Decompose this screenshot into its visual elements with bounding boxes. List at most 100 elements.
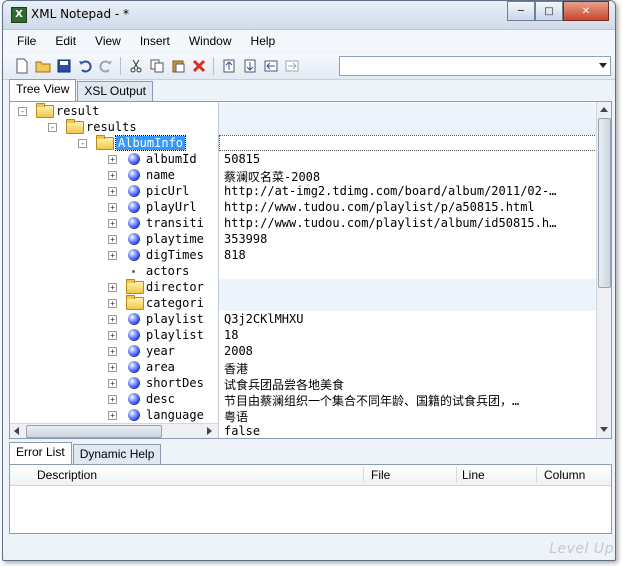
node-value-row[interactable]: http://www.tudou.com/playlist/p/a50815.h… <box>219 199 597 215</box>
expand-toggle-icon[interactable]: + <box>108 331 117 340</box>
tree-node-director[interactable]: + director <box>10 279 218 295</box>
tree-node-label[interactable]: picUrl <box>146 184 189 198</box>
close-button[interactable]: ✕ <box>563 1 609 21</box>
scroll-left-arrow-icon[interactable] <box>14 427 19 435</box>
node-value-pane[interactable]: 50815 蔡澜叹名菜-2008 http://at-img2.tdimg.com/… <box>218 101 612 439</box>
node-value-row[interactable] <box>219 263 597 279</box>
expand-toggle-icon[interactable]: + <box>108 395 117 404</box>
open-folder-icon[interactable] <box>32 56 53 76</box>
node-value-row[interactable] <box>219 103 597 119</box>
tree-node-label[interactable]: transiti <box>146 216 204 230</box>
tree-node-name[interactable]: + name <box>10 167 218 183</box>
tree-node-year[interactable]: + year <box>10 343 218 359</box>
new-file-icon[interactable] <box>11 56 32 76</box>
node-value-row[interactable]: 18 <box>219 327 597 343</box>
tree-node-actors[interactable]: actors <box>10 263 218 279</box>
column-divider[interactable] <box>456 467 457 483</box>
tree-node-label[interactable]: actors <box>146 264 189 278</box>
title-bar[interactable]: X XML Notepad - * ─ □ ✕ <box>3 1 615 30</box>
expand-toggle-icon[interactable]: + <box>108 251 117 260</box>
column-header-line[interactable]: Line <box>462 468 485 482</box>
tab-tree-view[interactable]: Tree View <box>9 79 77 101</box>
tree-node-language[interactable]: + language <box>10 407 218 423</box>
tree-node-label[interactable]: digTimes <box>146 248 204 262</box>
node-value-row[interactable]: 353998 <box>219 231 597 247</box>
tree-node-label[interactable]: results <box>86 120 137 134</box>
tree-node-label[interactable]: area <box>146 360 175 374</box>
tree-node-transiti[interactable]: + transiti <box>10 215 218 231</box>
menu-edit[interactable]: Edit <box>55 34 76 48</box>
tree-node-area[interactable]: + area <box>10 359 218 375</box>
tab-dynamic-help[interactable]: Dynamic Help <box>72 444 162 464</box>
tree-node-picurl[interactable]: + picUrl <box>10 183 218 199</box>
delete-icon[interactable] <box>188 56 209 76</box>
expand-toggle-icon[interactable]: + <box>108 315 117 324</box>
menu-file[interactable]: File <box>17 34 36 48</box>
tree-node-label[interactable]: categori <box>146 296 204 310</box>
expand-toggle-icon[interactable]: + <box>108 299 117 308</box>
tree-node-label[interactable]: playtime <box>146 232 204 246</box>
node-value-row[interactable]: 50815 <box>219 151 597 167</box>
expand-toggle-icon[interactable]: + <box>108 411 117 420</box>
node-value-row[interactable] <box>219 279 597 295</box>
node-value-row[interactable]: 818 <box>219 247 597 263</box>
value-vscroll-thumb[interactable] <box>598 118 611 288</box>
tree-node-results[interactable]: - results <box>10 119 218 135</box>
nudge-up-icon[interactable] <box>218 56 239 76</box>
tree-node-digtimes[interactable]: + digTimes <box>10 247 218 263</box>
redo-icon[interactable] <box>95 56 116 76</box>
cut-icon[interactable] <box>125 56 146 76</box>
tree-node-desc[interactable]: + desc <box>10 391 218 407</box>
node-value-row[interactable]: http://at-img2.tdimg.com/board/album/201… <box>219 183 597 199</box>
expand-toggle-icon[interactable]: + <box>108 219 117 228</box>
column-header-file[interactable]: File <box>371 468 390 482</box>
expand-toggle-icon[interactable]: + <box>108 203 117 212</box>
paste-icon[interactable] <box>167 56 188 76</box>
nudge-down-icon[interactable] <box>239 56 260 76</box>
expand-toggle-icon[interactable]: + <box>108 187 117 196</box>
node-value-row[interactable]: 粤语 <box>219 407 597 424</box>
tree-node-playlist[interactable]: + playlist <box>10 311 218 327</box>
tree-node-label[interactable]: albumId <box>146 152 197 166</box>
expand-toggle-icon[interactable]: + <box>108 347 117 356</box>
node-value-row[interactable]: Q3j2CKlMHXU <box>219 311 597 327</box>
maximize-button[interactable]: □ <box>535 1 563 21</box>
tree-node-playlist[interactable]: + playlist <box>10 327 218 343</box>
xml-notepad-app-icon[interactable]: X <box>11 7 27 23</box>
expand-toggle-icon[interactable]: + <box>108 363 117 372</box>
node-value-row[interactable]: 试食兵团品尝各地美食 <box>219 375 597 392</box>
tree-node-shortdes[interactable]: + shortDes <box>10 375 218 391</box>
tree-node-result[interactable]: - result <box>10 103 218 119</box>
collapse-toggle-icon[interactable]: - <box>48 123 57 132</box>
menu-help[interactable]: Help <box>251 34 276 48</box>
tree-horizontal-scrollbar[interactable] <box>10 423 218 438</box>
tree-node-albuminfo[interactable]: - AlbumInfo <box>10 135 218 151</box>
expand-toggle-icon[interactable]: + <box>108 235 117 244</box>
node-value-row[interactable]: 节目由蔡澜组织一个集合不同年龄、国籍的试食兵团，… <box>219 391 597 408</box>
menu-insert[interactable]: Insert <box>140 34 170 48</box>
tree-view-pane[interactable]: - result - results - AlbumInfo + albumId + name + p… <box>9 101 219 439</box>
xpath-combo-box[interactable] <box>339 56 611 76</box>
column-header-description[interactable]: Description <box>37 468 97 482</box>
tree-node-categori[interactable]: + categori <box>10 295 218 311</box>
undo-icon[interactable] <box>74 56 95 76</box>
tree-node-label[interactable]: name <box>146 168 175 182</box>
nudge-right-icon[interactable] <box>281 56 302 76</box>
node-value-row[interactable]: false <box>219 423 597 438</box>
tab-xsl-output[interactable]: XSL Output <box>77 81 153 101</box>
tree-node-label[interactable]: playlist <box>146 312 204 326</box>
expand-toggle-icon[interactable]: + <box>108 283 117 292</box>
expand-toggle-icon[interactable]: + <box>108 171 117 180</box>
nudge-left-icon[interactable] <box>260 56 281 76</box>
menu-window[interactable]: Window <box>189 34 232 48</box>
node-value-row[interactable]: 香港 <box>219 359 597 376</box>
tree-node-playurl[interactable]: + playUrl <box>10 199 218 215</box>
tab-error-list[interactable]: Error List <box>9 442 72 464</box>
node-value-row[interactable]: 蔡澜叹名菜-2008 <box>219 167 597 184</box>
scroll-up-arrow-icon[interactable] <box>600 107 608 112</box>
node-value-row[interactable]: 2008 <box>219 343 597 359</box>
collapse-toggle-icon[interactable]: - <box>18 107 27 116</box>
tree-node-label[interactable]: playUrl <box>146 200 197 214</box>
tree-node-label[interactable]: AlbumInfo <box>114 135 187 151</box>
tree-node-label[interactable]: result <box>56 104 99 118</box>
